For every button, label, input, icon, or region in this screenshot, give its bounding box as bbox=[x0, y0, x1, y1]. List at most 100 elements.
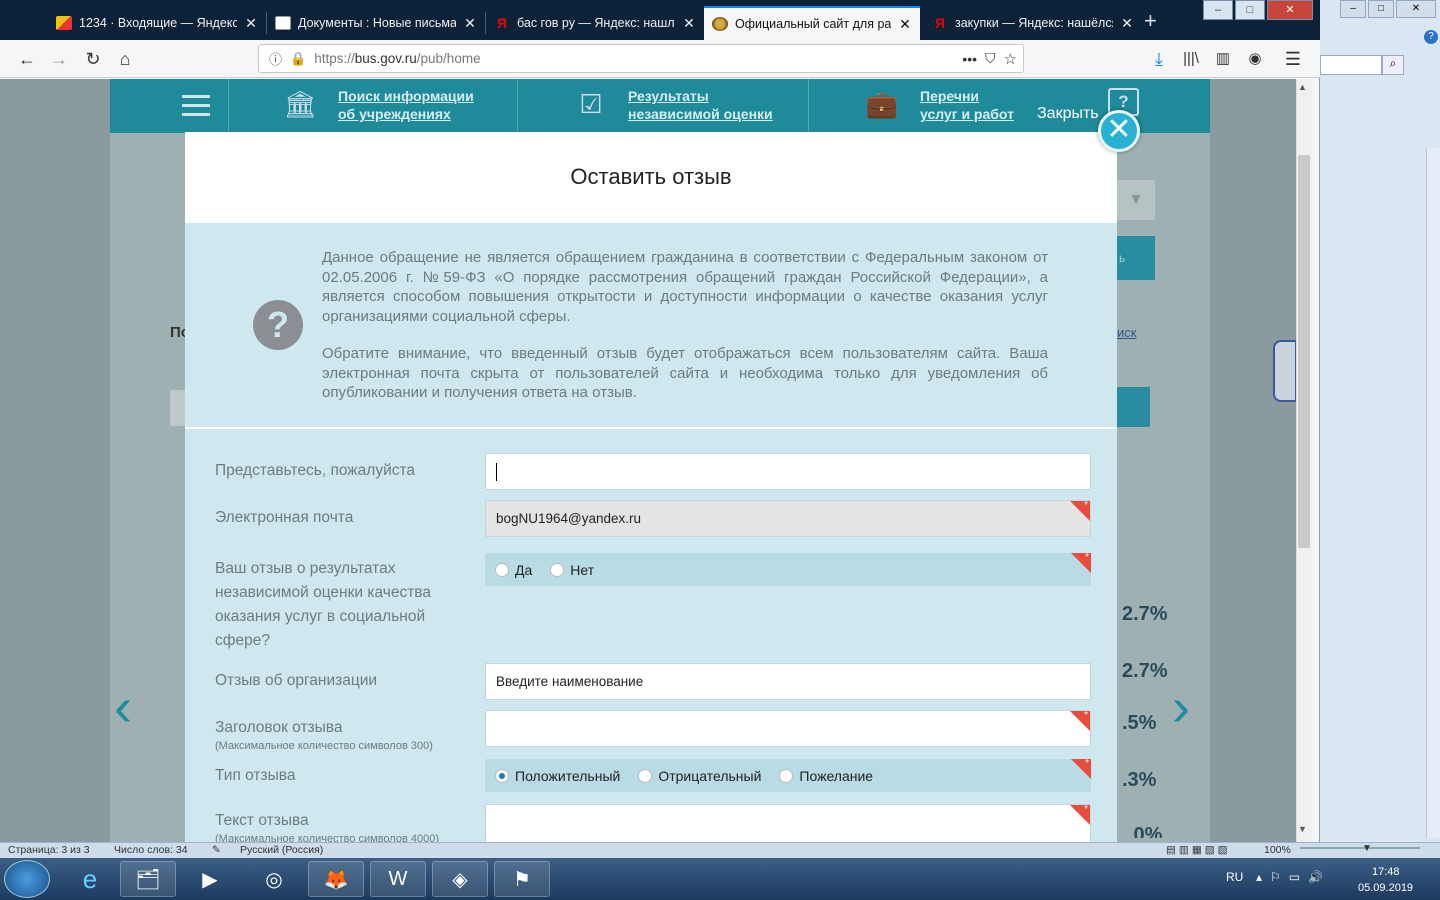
chrome-icon[interactable]: ◎ bbox=[246, 861, 302, 897]
sidebar-icon[interactable]: ▥ bbox=[1210, 48, 1236, 70]
zoom-slider-thumb[interactable]: ▼ bbox=[1362, 843, 1372, 854]
nav-link-line: Перечни bbox=[920, 88, 980, 104]
tab-label: бас гов ру — Яндекс: нашлось bbox=[517, 16, 675, 30]
nav-link-search-orgs[interactable]: Поиск информации об учреждениях bbox=[338, 87, 474, 123]
review-title-hint: (Максимальное количество символов 300) bbox=[215, 740, 433, 752]
background-percent: 2.7% bbox=[1122, 660, 1168, 682]
type-positive-option[interactable]: Положительный bbox=[495, 768, 620, 784]
close-tab-icon[interactable]: ✕ bbox=[682, 15, 696, 32]
word-search-input[interactable] bbox=[1320, 55, 1382, 75]
organization-input[interactable]: Введите наименование bbox=[485, 663, 1091, 700]
page-count[interactable]: Страница: 3 из 3 bbox=[8, 844, 90, 856]
tab-official-site[interactable]: Официальный сайт для разм ✕ bbox=[704, 6, 920, 40]
email-label: Электронная почта bbox=[215, 509, 354, 526]
file-explorer-icon[interactable]: 🗂 bbox=[120, 861, 176, 897]
word-help-icon[interactable]: ? bbox=[1424, 30, 1438, 44]
nav-link-results[interactable]: Результаты независимой оценки bbox=[628, 87, 773, 123]
internet-explorer-icon[interactable]: e bbox=[62, 861, 118, 897]
organization-placeholder: Введите наименование bbox=[496, 674, 644, 689]
tab-label: 1234 · Входящие — Яндекс.П bbox=[79, 16, 237, 30]
clock-date[interactable]: 05.09.2019 bbox=[1358, 882, 1413, 894]
info-icon[interactable]: ⓘ bbox=[269, 49, 282, 68]
word-minimize-button[interactable]: – bbox=[1340, 0, 1366, 18]
close-tab-icon[interactable]: ✕ bbox=[244, 15, 258, 32]
reload-icon[interactable]: ↻ bbox=[80, 48, 106, 70]
radio-button[interactable] bbox=[779, 768, 794, 783]
type-negative-option[interactable]: Отрицательный bbox=[638, 768, 761, 784]
word-search-icon[interactable]: ⌕ bbox=[1382, 55, 1404, 75]
url-path: /pub/home bbox=[416, 51, 481, 66]
radio-button[interactable] bbox=[638, 768, 653, 783]
word-count[interactable]: Число слов: 34 bbox=[114, 844, 188, 856]
review-text-label-text: Текст отзыва bbox=[215, 812, 309, 829]
radio-button[interactable] bbox=[495, 562, 509, 577]
firefox-icon[interactable]: 🦊 bbox=[308, 861, 364, 897]
forward-icon[interactable]: → bbox=[46, 48, 72, 70]
radio-label: Положительный bbox=[515, 767, 621, 784]
word-scrollbar[interactable] bbox=[1426, 148, 1440, 838]
review-text-textarea[interactable] bbox=[485, 804, 1091, 842]
review-title-input[interactable] bbox=[485, 710, 1091, 747]
zoom-level[interactable]: 100% bbox=[1264, 844, 1291, 856]
clock-time[interactable]: 17:48 bbox=[1372, 866, 1400, 878]
scroll-up-icon[interactable]: ▲ bbox=[1298, 82, 1307, 92]
minimize-button[interactable]: – bbox=[1203, 0, 1233, 20]
tab-documents[interactable]: Документы : Новые письма ✕ bbox=[267, 6, 485, 40]
email-input[interactable]: bogNU1964@yandex.ru bbox=[485, 500, 1091, 537]
background-percent: .3% bbox=[1122, 769, 1157, 791]
gov-emblem-icon bbox=[712, 17, 728, 31]
word-close-button[interactable]: ✕ bbox=[1396, 0, 1436, 18]
word-icon[interactable]: W bbox=[370, 861, 426, 897]
address-bar[interactable]: ⓘ 🔒 https://bus.gov.ru/pub/home ••• ⛉ ☆ bbox=[258, 44, 1024, 73]
spellcheck-icon[interactable]: ✎ bbox=[212, 844, 221, 856]
gosuslugi-widget bbox=[1273, 340, 1297, 402]
radio-button[interactable] bbox=[550, 562, 565, 577]
close-tab-icon[interactable]: ✕ bbox=[1120, 15, 1134, 32]
tray-icons[interactable]: ▴⚐▭🔊 bbox=[1256, 870, 1331, 884]
page-scrollbar-thumb[interactable] bbox=[1298, 155, 1310, 548]
nav-link-lists[interactable]: Перечни услуг и работ bbox=[920, 87, 1014, 123]
input-language[interactable]: RU bbox=[1226, 870, 1243, 884]
modal-close-label[interactable]: Закрыть bbox=[1037, 105, 1099, 123]
acrobat-icon[interactable]: ⚑ bbox=[494, 861, 550, 897]
page-actions-icon[interactable]: ••• bbox=[962, 51, 977, 67]
maximize-button[interactable]: □ bbox=[1235, 0, 1265, 20]
carousel-next-icon[interactable]: › bbox=[1172, 676, 1190, 738]
language-status[interactable]: Русский (Россия) bbox=[240, 844, 323, 856]
scroll-down-icon[interactable]: ▼ bbox=[1298, 824, 1307, 834]
type-wish-option[interactable]: Пожелание bbox=[779, 768, 873, 784]
downloads-icon[interactable]: ⤓ bbox=[1146, 48, 1172, 70]
radio-button-selected[interactable] bbox=[495, 768, 509, 783]
home-icon[interactable]: ⌂ bbox=[112, 48, 138, 70]
back-icon[interactable]: ← bbox=[14, 48, 40, 70]
tab-yandex-search-zakupki[interactable]: Я закупки — Яндекс: нашёлся ✕ bbox=[924, 6, 1142, 40]
bookmark-star-icon[interactable]: ☆ bbox=[1004, 50, 1017, 68]
library-icon[interactable]: |||\ bbox=[1178, 48, 1204, 70]
start-button[interactable] bbox=[4, 860, 50, 898]
network-app-icon[interactable]: ◈ bbox=[432, 861, 488, 897]
iqa-no-option[interactable]: Нет bbox=[550, 562, 594, 578]
radio-label: Отрицательный bbox=[658, 767, 762, 784]
name-input[interactable] bbox=[485, 453, 1091, 490]
view-mode-icons[interactable]: ▤▥▦▧▨ bbox=[1166, 844, 1231, 856]
new-tab-icon[interactable]: + bbox=[1144, 8, 1157, 34]
hamburger-menu-icon[interactable] bbox=[182, 95, 210, 117]
zoom-slider[interactable] bbox=[1300, 847, 1420, 849]
text-cursor bbox=[496, 462, 497, 481]
account-icon[interactable]: ◉ bbox=[1242, 48, 1268, 70]
menu-icon[interactable]: ☰ bbox=[1280, 48, 1306, 70]
tab-yandex-search-bus[interactable]: Я бас гов ру — Яндекс: нашлось ✕ bbox=[486, 6, 704, 40]
pocket-icon[interactable]: ⛉ bbox=[985, 50, 996, 67]
tab-inbox[interactable]: 1234 · Входящие — Яндекс.П ✕ bbox=[48, 6, 266, 40]
iqa-yes-option[interactable]: Да bbox=[495, 562, 532, 578]
close-tab-icon[interactable]: ✕ bbox=[898, 16, 912, 33]
modal-close-icon[interactable]: ✕ bbox=[1098, 110, 1140, 152]
close-tab-icon[interactable]: ✕ bbox=[463, 15, 477, 32]
nav-link-line: независимой оценки bbox=[628, 106, 773, 122]
media-player-icon[interactable]: ▶ bbox=[182, 861, 238, 897]
word-maximize-button[interactable]: □ bbox=[1368, 0, 1394, 18]
carousel-prev-icon[interactable]: ‹ bbox=[114, 676, 132, 738]
review-type-label: Тип отзыва bbox=[215, 767, 296, 784]
background-percent: .5% bbox=[1122, 712, 1157, 734]
close-window-button[interactable]: ✕ bbox=[1267, 0, 1313, 20]
